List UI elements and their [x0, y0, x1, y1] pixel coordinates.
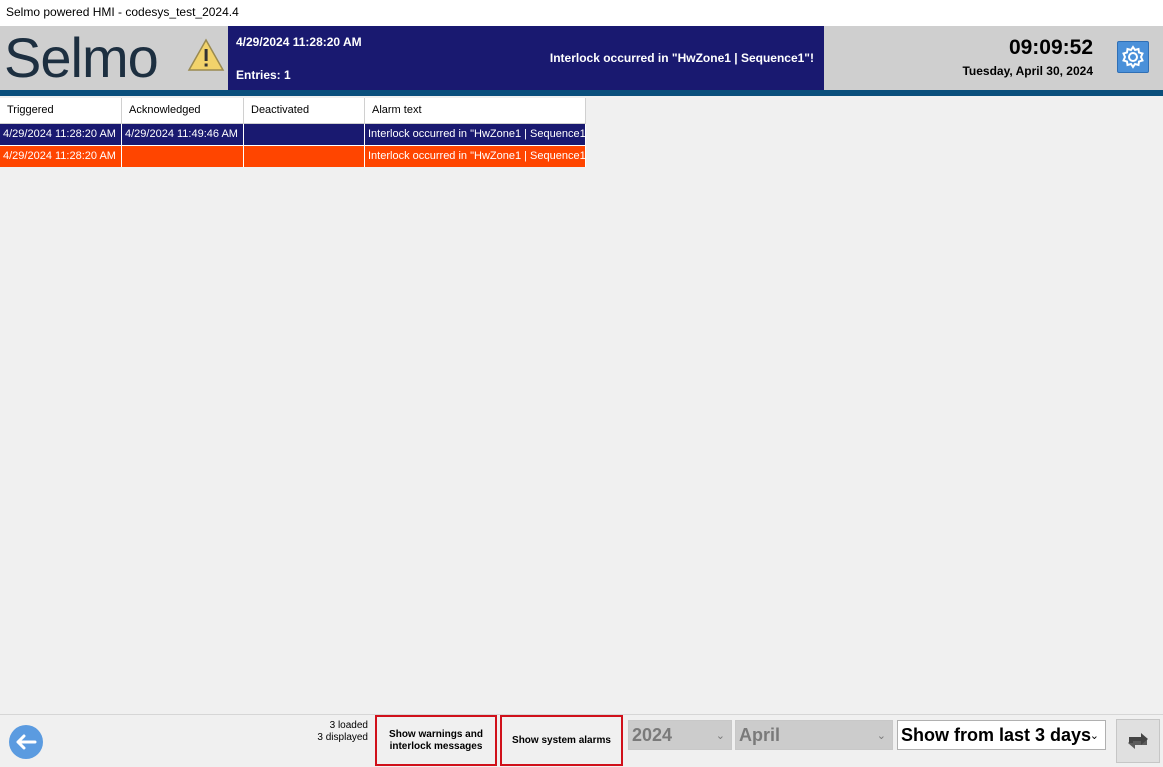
year-select-value: 2024	[632, 724, 673, 745]
cell-acknowledged: 4/29/2024 11:49:46 AM	[122, 124, 244, 145]
chevron-down-icon: ⌄	[876, 730, 886, 742]
cell-deactivated	[244, 124, 365, 145]
active-alarm-banner[interactable]: 4/29/2024 11:28:20 AM Entries: 1 Interlo…	[228, 26, 824, 90]
column-header-alarm-text[interactable]: Alarm text	[365, 98, 586, 123]
show-warnings-label-line2: interlock messages	[389, 740, 483, 752]
loaded-count: 3 loaded	[329, 720, 368, 731]
column-header-acknowledged[interactable]: Acknowledged	[122, 98, 244, 123]
show-system-alarms-button[interactable]: Show system alarms	[500, 715, 623, 766]
show-system-alarms-label: Show system alarms	[512, 734, 611, 746]
gear-icon	[1122, 45, 1144, 69]
displayed-count: 3 displayed	[317, 732, 368, 743]
entry-counts: 3 loaded 3 displayed	[317, 720, 368, 744]
cell-alarm-text: Interlock occurred in "HwZone1 | Sequenc…	[365, 146, 586, 167]
alarm-table: Triggered Acknowledged Deactivated Alarm…	[0, 98, 586, 167]
settings-button[interactable]	[1117, 41, 1149, 73]
banner-alarm-message: Interlock occurred in "HwZone1 | Sequenc…	[549, 51, 814, 65]
column-header-deactivated[interactable]: Deactivated	[244, 98, 365, 123]
column-header-triggered[interactable]: Triggered	[0, 98, 122, 123]
selmo-logo: Selmo	[4, 26, 159, 89]
show-warnings-label-line1: Show warnings and	[389, 728, 483, 740]
window-title: Selmo powered HMI - codesys_test_2024.4	[0, 0, 1163, 26]
refresh-arrows-icon	[1128, 733, 1148, 749]
clock-time: 09:09:52	[1008, 36, 1093, 59]
cell-triggered: 4/29/2024 11:28:20 AM	[0, 124, 122, 145]
cell-deactivated	[244, 146, 365, 167]
chevron-down-icon: ⌄	[715, 730, 725, 742]
table-header: Triggered Acknowledged Deactivated Alarm…	[0, 98, 586, 124]
chevron-down-icon: ⌄	[1089, 730, 1099, 742]
show-warnings-button[interactable]: Show warnings and interlock messages	[375, 715, 497, 766]
header-divider	[0, 90, 1163, 96]
refresh-button[interactable]	[1116, 719, 1160, 763]
month-select[interactable]: April ⌄	[735, 720, 893, 750]
cell-alarm-text: Interlock occurred in "HwZone1 | Sequenc…	[365, 124, 586, 145]
cell-triggered: 4/29/2024 11:28:20 AM	[0, 146, 122, 167]
clock-date: Tuesday, April 30, 2024	[962, 64, 1093, 78]
arrow-left-icon	[16, 734, 37, 750]
banner-alarm-time: 4/29/2024 11:28:20 AM	[236, 35, 362, 49]
warning-triangle-icon[interactable]	[187, 38, 225, 72]
year-select[interactable]: 2024 ⌄	[628, 720, 732, 750]
back-button[interactable]	[9, 725, 43, 759]
table-row[interactable]: 4/29/2024 11:28:20 AM Interlock occurred…	[0, 146, 586, 167]
range-select-value: Show from last 3 days	[901, 724, 1092, 745]
range-select[interactable]: Show from last 3 days ⌄	[897, 720, 1106, 750]
table-row[interactable]: 4/29/2024 11:28:20 AM 4/29/2024 11:49:46…	[0, 124, 586, 146]
month-select-value: April	[739, 724, 781, 745]
banner-entries-count: Entries: 1	[236, 68, 291, 82]
cell-acknowledged	[122, 146, 244, 167]
